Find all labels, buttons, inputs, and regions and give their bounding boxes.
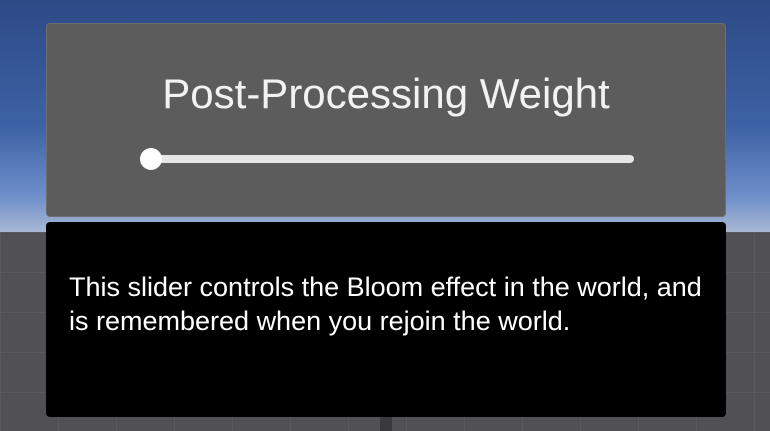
info-panel: This slider controls the Bloom effect in… <box>46 222 726 417</box>
post-processing-weight-slider[interactable] <box>140 148 634 170</box>
slider-handle[interactable] <box>140 148 162 170</box>
info-description: This slider controls the Bloom effect in… <box>69 272 702 336</box>
panel-title: Post-Processing Weight <box>162 70 610 117</box>
slider-track[interactable] <box>146 155 634 163</box>
panel-stand <box>380 417 392 431</box>
settings-panel: Post-Processing Weight <box>46 23 726 217</box>
